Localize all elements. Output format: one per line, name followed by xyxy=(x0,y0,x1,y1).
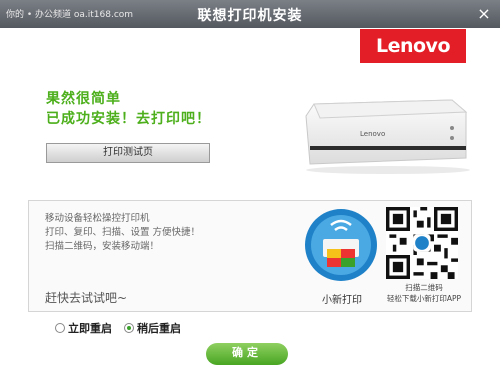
mobile-app-promo-panel: 移动设备轻松操控打印机 打印、复印、扫描、设置 方便快捷！ 扫描二维码，安装移动… xyxy=(28,200,472,312)
printer-image: Lenovo xyxy=(305,99,470,174)
status-message-2: 已成功安装！去打印吧！ xyxy=(46,111,211,127)
restart-now-option[interactable]: 立即重启 xyxy=(55,320,112,336)
promo-line-3: 扫描二维码，安装移动端！ xyxy=(45,241,160,252)
app-name: 小新打印 xyxy=(322,295,362,306)
promo-line-1: 移动设备轻松操控打印机 xyxy=(45,213,150,224)
restart-later-label: 稍后重启 xyxy=(137,322,181,335)
qr-code-image xyxy=(386,207,458,279)
title-bar: 你的 • 办公频道 oa.it168.com 联想打印机安装 × xyxy=(0,0,500,28)
promo-line-2: 打印、复印、扫描、设置 方便快捷！ xyxy=(45,227,201,238)
xiaoxin-print-app-icon xyxy=(305,209,377,281)
lenovo-logo: Lenovo xyxy=(360,29,466,63)
qr-caption: 扫描二维码 轻松下载小新打印APP xyxy=(379,282,469,304)
qr-caption-line-1: 扫描二维码 xyxy=(405,283,443,292)
restart-now-radio[interactable] xyxy=(55,323,65,333)
printer-label: Lenovo xyxy=(360,130,385,138)
restart-later-radio[interactable] xyxy=(124,323,134,333)
promo-call-to-action: 赶快去试试吧~ xyxy=(45,291,128,305)
restart-later-option[interactable]: 稍后重启 xyxy=(124,320,181,336)
print-test-page-button[interactable]: 打印测试页 xyxy=(46,143,210,163)
restart-now-label: 立即重启 xyxy=(68,322,112,335)
window-title: 联想打印机安装 xyxy=(197,8,303,24)
qr-caption-line-2: 轻松下载小新打印APP xyxy=(386,294,462,303)
close-icon[interactable]: × xyxy=(474,4,494,24)
status-message-1: 果然很简单 xyxy=(46,91,121,107)
